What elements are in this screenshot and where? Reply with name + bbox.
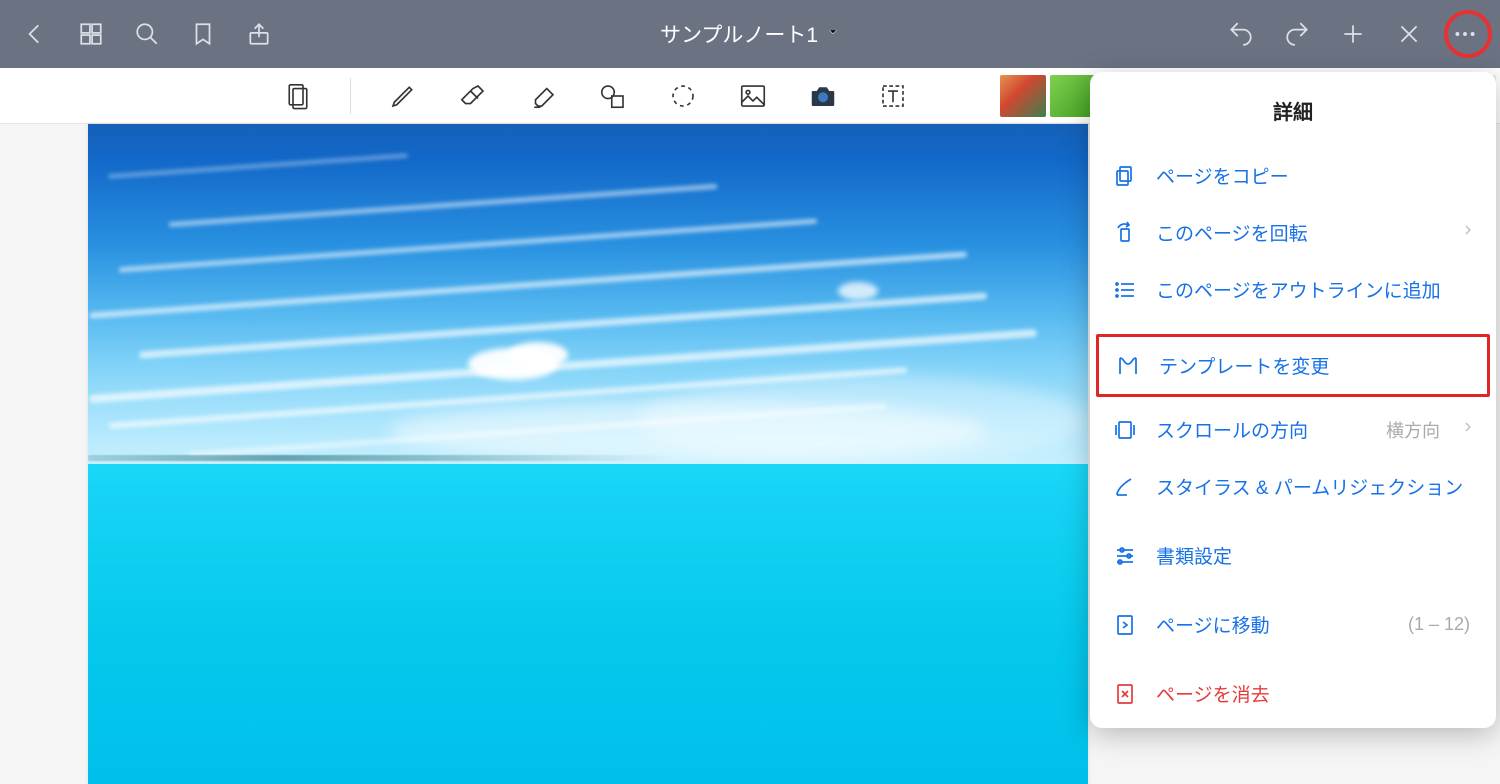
menu-goto-page[interactable]: ページに移動 (1 – 12) [1090, 596, 1496, 653]
add-icon[interactable] [1338, 19, 1368, 49]
clear-icon [1112, 681, 1138, 707]
share-icon[interactable] [244, 19, 274, 49]
menu-change-template[interactable]: テンプレートを変更 [1099, 337, 1487, 394]
menu-copy-page[interactable]: ページをコピー [1090, 147, 1496, 204]
menu-document-settings[interactable]: 書類設定 [1090, 527, 1496, 584]
popup-title: 詳細 [1090, 72, 1496, 147]
back-icon[interactable] [20, 19, 50, 49]
camera-tool-icon[interactable] [805, 78, 841, 114]
shapes-tool-icon[interactable] [595, 78, 631, 114]
divider [350, 78, 351, 114]
menu-scroll-direction[interactable]: スクロールの方向 横方向 [1090, 401, 1496, 458]
menu-value: (1 – 12) [1408, 614, 1470, 635]
bookmark-icon[interactable] [188, 19, 218, 49]
search-icon[interactable] [132, 19, 162, 49]
menu-rotate-page[interactable]: このページを回転 [1090, 204, 1496, 261]
topbar-title-group[interactable]: サンプルノート1 [660, 19, 840, 49]
menu-label: ページに移動 [1156, 611, 1390, 638]
menu-label: ページをコピー [1156, 162, 1474, 189]
top-navigation-bar: サンプルノート1 [0, 0, 1500, 68]
menu-label: このページをアウトラインに追加 [1156, 276, 1474, 303]
chevron-down-icon [826, 25, 840, 44]
topbar-left-group [20, 19, 274, 49]
text-tool-icon[interactable] [875, 78, 911, 114]
tool-group [280, 78, 911, 114]
settings-icon [1112, 543, 1138, 569]
rotate-icon [1112, 220, 1138, 246]
more-icon[interactable] [1450, 19, 1480, 49]
menu-label: このページを回転 [1156, 219, 1444, 246]
chevron-right-icon [1462, 223, 1474, 242]
eraser-tool-icon[interactable] [455, 78, 491, 114]
close-icon[interactable] [1394, 19, 1424, 49]
copy-icon [1112, 163, 1138, 189]
chevron-right-icon [1462, 420, 1474, 439]
menu-stylus-palm[interactable]: スタイラス & パームリジェクション [1090, 458, 1496, 515]
menu-label: テンプレートを変更 [1159, 352, 1471, 379]
template-icon [1115, 353, 1141, 379]
topbar-right-group [1226, 19, 1480, 49]
document-title: サンプルノート1 [660, 19, 818, 49]
page-thumbnail[interactable] [1000, 75, 1046, 117]
menu-add-outline[interactable]: このページをアウトラインに追加 [1090, 261, 1496, 318]
page-background-image [88, 124, 1088, 784]
pen-tool-icon[interactable] [385, 78, 421, 114]
grid-icon[interactable] [76, 19, 106, 49]
menu-label: 書類設定 [1156, 542, 1474, 569]
page-tool-icon[interactable] [280, 78, 316, 114]
menu-value: 横方向 [1386, 417, 1440, 443]
goto-icon [1112, 612, 1138, 638]
outline-icon [1112, 277, 1138, 303]
stylus-icon [1112, 474, 1138, 500]
undo-icon[interactable] [1226, 19, 1256, 49]
highlighter-tool-icon[interactable] [525, 78, 561, 114]
redo-icon[interactable] [1282, 19, 1312, 49]
lasso-tool-icon[interactable] [665, 78, 701, 114]
annotation-highlight-box: テンプレートを変更 [1096, 334, 1490, 397]
menu-label: スクロールの方向 [1156, 416, 1368, 443]
details-popup: 詳細 ページをコピー このページを回転 このページをアウトラインに追加 テンプレ… [1090, 72, 1496, 728]
menu-label: ページを消去 [1156, 680, 1474, 707]
image-tool-icon[interactable] [735, 78, 771, 114]
menu-clear-page[interactable]: ページを消去 [1090, 665, 1496, 722]
note-page[interactable] [88, 124, 1088, 784]
scroll-icon [1112, 417, 1138, 443]
menu-label: スタイラス & パームリジェクション [1156, 473, 1474, 500]
